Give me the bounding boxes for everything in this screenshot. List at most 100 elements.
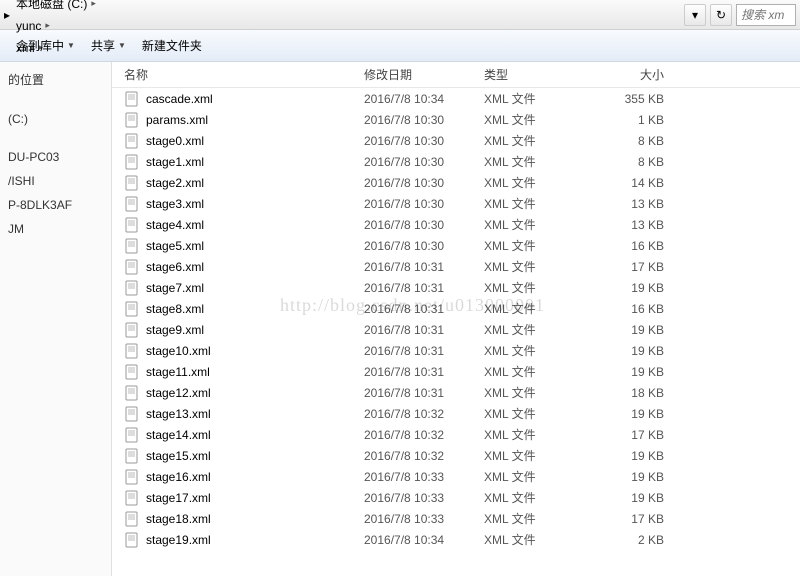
file-date: 2016/7/8 10:31	[364, 281, 484, 295]
file-type: XML 文件	[484, 342, 604, 359]
file-row[interactable]: stage15.xml2016/7/8 10:32XML 文件19 KB	[112, 445, 800, 466]
file-row[interactable]: stage5.xml2016/7/8 10:30XML 文件16 KB	[112, 235, 800, 256]
sidebar-item[interactable]: (C:)	[0, 107, 111, 131]
sidebar-item[interactable]: 的位置	[0, 66, 111, 93]
file-name: stage19.xml	[146, 533, 211, 547]
address-bar: ▸ 计算机▸本地磁盘 (C:)▸yunc▸xml▸ ▾ ↻	[0, 0, 800, 30]
file-row[interactable]: params.xml2016/7/8 10:30XML 文件1 KB	[112, 109, 800, 130]
search-input[interactable]	[736, 4, 796, 26]
refresh-icon: ↻	[716, 8, 726, 22]
file-size: 355 KB	[604, 92, 694, 106]
file-type: XML 文件	[484, 531, 604, 548]
file-name: stage5.xml	[146, 239, 204, 253]
include-in-library-button[interactable]: 含到库中▼	[8, 34, 83, 58]
file-size: 17 KB	[604, 428, 694, 442]
file-icon	[124, 448, 140, 464]
file-type: XML 文件	[484, 510, 604, 527]
file-row[interactable]: stage7.xml 2016/7/8 10:31XML 文件19 KB	[112, 277, 800, 298]
file-row[interactable]: stage11.xml2016/7/8 10:31XML 文件19 KB	[112, 361, 800, 382]
file-icon	[124, 343, 140, 359]
sidebar-item[interactable]: P-8DLK3AF	[0, 193, 111, 217]
file-name: stage12.xml	[146, 386, 211, 400]
file-icon	[124, 427, 140, 443]
file-name: stage15.xml	[146, 449, 211, 463]
file-size: 13 KB	[604, 197, 694, 211]
file-row[interactable]: stage12.xml2016/7/8 10:31XML 文件18 KB	[112, 382, 800, 403]
file-row[interactable]: stage9.xml2016/7/8 10:31XML 文件19 KB	[112, 319, 800, 340]
file-type: XML 文件	[484, 132, 604, 149]
column-header-size[interactable]: 大小	[604, 66, 694, 83]
file-date: 2016/7/8 10:31	[364, 323, 484, 337]
file-icon	[124, 217, 140, 233]
file-date: 2016/7/8 10:32	[364, 428, 484, 442]
file-name: stage1.xml	[146, 155, 204, 169]
file-row[interactable]: cascade.xml2016/7/8 10:34XML 文件355 KB	[112, 88, 800, 109]
file-size: 19 KB	[604, 491, 694, 505]
file-size: 19 KB	[604, 365, 694, 379]
file-name: params.xml	[146, 113, 208, 127]
file-date: 2016/7/8 10:31	[364, 260, 484, 274]
sidebar-item[interactable]: /ISHI	[0, 169, 111, 193]
file-row[interactable]: stage3.xml2016/7/8 10:30XML 文件13 KB	[112, 193, 800, 214]
file-row[interactable]: stage18.xml2016/7/8 10:33XML 文件17 KB	[112, 508, 800, 529]
file-row[interactable]: stage2.xml2016/7/8 10:30XML 文件14 KB	[112, 172, 800, 193]
file-row[interactable]: stage8.xml2016/7/8 10:31XML 文件16 KB	[112, 298, 800, 319]
file-list[interactable]: cascade.xml2016/7/8 10:34XML 文件355 KB par…	[112, 88, 800, 576]
file-type: XML 文件	[484, 216, 604, 233]
file-type: XML 文件	[484, 300, 604, 317]
file-date: 2016/7/8 10:30	[364, 239, 484, 253]
file-icon	[124, 385, 140, 401]
file-date: 2016/7/8 10:34	[364, 92, 484, 106]
share-button[interactable]: 共享▼	[83, 34, 134, 58]
file-size: 19 KB	[604, 281, 694, 295]
file-size: 8 KB	[604, 134, 694, 148]
file-row[interactable]: stage17.xml2016/7/8 10:33XML 文件19 KB	[112, 487, 800, 508]
file-row[interactable]: stage14.xml2016/7/8 10:32XML 文件17 KB	[112, 424, 800, 445]
file-size: 19 KB	[604, 323, 694, 337]
file-row[interactable]: stage0.xml2016/7/8 10:30XML 文件8 KB	[112, 130, 800, 151]
file-type: XML 文件	[484, 174, 604, 191]
new-folder-button[interactable]: 新建文件夹	[134, 34, 210, 58]
file-type: XML 文件	[484, 405, 604, 422]
file-row[interactable]: stage6.xml2016/7/8 10:31XML 文件17 KB	[112, 256, 800, 277]
file-row[interactable]: stage1.xml2016/7/8 10:30XML 文件8 KB	[112, 151, 800, 172]
file-type: XML 文件	[484, 363, 604, 380]
file-name: stage18.xml	[146, 512, 211, 526]
file-size: 17 KB	[604, 260, 694, 274]
file-name: stage4.xml	[146, 218, 204, 232]
file-row[interactable]: stage10.xml2016/7/8 10:31XML 文件19 KB	[112, 340, 800, 361]
file-name: stage17.xml	[146, 491, 211, 505]
file-row[interactable]: stage19.xml2016/7/8 10:34XML 文件2 KB	[112, 529, 800, 550]
breadcrumb-segment[interactable]: 本地磁盘 (C:)▸	[10, 0, 102, 15]
file-icon	[124, 196, 140, 212]
column-header-date[interactable]: 修改日期	[364, 66, 484, 83]
file-name: stage16.xml	[146, 470, 211, 484]
file-date: 2016/7/8 10:30	[364, 155, 484, 169]
sidebar-item[interactable]: JM	[0, 217, 111, 241]
file-row[interactable]: stage13.xml2016/7/8 10:32XML 文件19 KB	[112, 403, 800, 424]
column-header-name[interactable]: 名称	[112, 66, 364, 83]
file-date: 2016/7/8 10:33	[364, 491, 484, 505]
file-icon	[124, 175, 140, 191]
file-type: XML 文件	[484, 153, 604, 170]
file-name: stage7.xml	[146, 281, 204, 295]
file-date: 2016/7/8 10:30	[364, 134, 484, 148]
file-date: 2016/7/8 10:30	[364, 113, 484, 127]
file-row[interactable]: stage16.xml2016/7/8 10:33XML 文件19 KB	[112, 466, 800, 487]
refresh-button[interactable]: ↻	[710, 4, 732, 26]
file-icon	[124, 364, 140, 380]
file-icon	[124, 280, 140, 296]
go-back-button[interactable]: ▾	[684, 4, 706, 26]
file-type: XML 文件	[484, 468, 604, 485]
file-type: XML 文件	[484, 279, 604, 296]
file-row[interactable]: stage4.xml2016/7/8 10:30XML 文件13 KB	[112, 214, 800, 235]
file-name: stage10.xml	[146, 344, 211, 358]
file-icon	[124, 112, 140, 128]
file-date: 2016/7/8 10:32	[364, 449, 484, 463]
sidebar-item[interactable]: DU-PC03	[0, 145, 111, 169]
file-date: 2016/7/8 10:31	[364, 365, 484, 379]
column-header-type[interactable]: 类型	[484, 66, 604, 83]
sidebar: 的位置 (C:) DU-PC03/ISHIP-8DLK3AFJM	[0, 62, 112, 576]
file-icon	[124, 511, 140, 527]
file-size: 14 KB	[604, 176, 694, 190]
